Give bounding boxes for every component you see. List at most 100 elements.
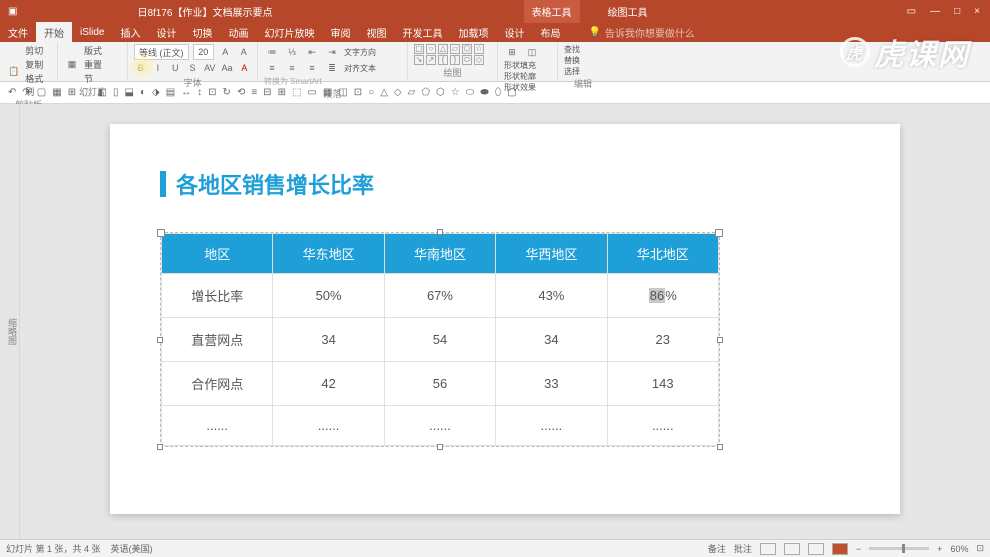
fit-to-window-button[interactable]: ⊡ [976, 543, 984, 554]
layout-button[interactable]: 版式 [84, 44, 102, 57]
ribbon-toggle-icon[interactable]: ▭ [907, 6, 916, 17]
table-cell[interactable]: 34 [496, 318, 607, 362]
table-cell[interactable]: 23 [607, 318, 718, 362]
tab-islide[interactable]: iSlide [72, 24, 112, 41]
section-button[interactable]: 节 [84, 72, 102, 85]
minimize-icon[interactable]: — [930, 6, 940, 17]
bullets-button[interactable]: ≔ [264, 44, 280, 60]
qat-button-17[interactable]: ≡ [251, 87, 257, 98]
table-header[interactable]: 华东地区 [273, 234, 384, 274]
decrease-font-icon[interactable]: A [237, 44, 251, 60]
indent-inc-button[interactable]: ⇥ [324, 44, 340, 60]
text-direction-button[interactable]: 文字方向 [344, 47, 376, 58]
table-cell-highlighted[interactable]: 86% [607, 274, 718, 318]
table-cell[interactable]: 143 [607, 362, 718, 406]
tab-review[interactable]: 审阅 [322, 22, 358, 43]
qat-button-31[interactable]: ☆ [451, 87, 460, 98]
zoom-level[interactable]: 60% [950, 544, 968, 554]
table-cell[interactable]: 67% [384, 274, 495, 318]
tab-view[interactable]: 视图 [358, 22, 394, 43]
resize-handle[interactable] [157, 444, 163, 450]
notes-button[interactable]: 备注 [708, 542, 726, 555]
data-table[interactable]: 地区 华东地区 华南地区 华西地区 华北地区 增长比率 50% 67% 43% … [161, 233, 719, 446]
font-name-box[interactable]: 等线 (正文) [134, 44, 189, 60]
table-header[interactable]: 华南地区 [384, 234, 495, 274]
cut-button[interactable]: 剪切 [25, 44, 51, 57]
select-button[interactable]: 选择 [564, 66, 602, 77]
resize-handle[interactable] [437, 229, 443, 235]
table-cell[interactable]: 33 [496, 362, 607, 406]
qat-button-32[interactable]: ⬭ [466, 87, 475, 98]
table-cell[interactable]: ...... [162, 406, 273, 446]
tab-table-layout[interactable]: 布局 [532, 22, 568, 43]
table-cell[interactable]: 42 [273, 362, 384, 406]
tab-design[interactable]: 设计 [148, 22, 184, 43]
slide-counter[interactable]: 幻灯片 第 1 张，共 4 张 [6, 542, 101, 555]
tell-me-search[interactable]: 💡 告诉我你想要做什么 [588, 25, 694, 40]
table-cell[interactable]: 50% [273, 274, 384, 318]
context-tab-drawing[interactable]: 绘图工具 [600, 0, 656, 23]
bold-button[interactable]: B [134, 60, 147, 76]
qat-button-8[interactable]: ⬓ [125, 87, 134, 98]
shape-fill-button[interactable]: 形状填充 [504, 60, 551, 71]
table-cell[interactable]: 直营网点 [162, 318, 273, 362]
tab-transitions[interactable]: 切换 [184, 22, 220, 43]
table-cell[interactable]: ...... [496, 406, 607, 446]
replace-button[interactable]: 替换 [564, 55, 602, 66]
align-center-button[interactable]: ≡ [284, 60, 300, 76]
justify-button[interactable]: ≣ [324, 60, 340, 76]
table-header[interactable]: 华西地区 [496, 234, 607, 274]
table-cell[interactable]: ...... [607, 406, 718, 446]
shapes-gallery[interactable]: ▢○△▱⬠☆ ↘↗{}⬭◇ [414, 44, 491, 65]
thumbnail-panel-collapsed[interactable]: 缩略图 [0, 104, 20, 539]
char-spacing-button[interactable]: AV [203, 60, 216, 76]
new-slide-button[interactable]: ▦ [64, 57, 80, 73]
indent-dec-button[interactable]: ⇤ [304, 44, 320, 60]
resize-handle[interactable] [717, 337, 723, 343]
change-case-button[interactable]: Aa [220, 60, 233, 76]
table-header[interactable]: 地区 [162, 234, 273, 274]
font-size-box[interactable]: 20 [193, 44, 214, 60]
tab-insert[interactable]: 插入 [112, 22, 148, 43]
context-tab-table[interactable]: 表格工具 [524, 0, 580, 23]
paste-button[interactable]: 📋 [6, 63, 21, 79]
arrange-button[interactable]: ⊞ [504, 44, 520, 60]
qat-button-33[interactable]: ⬬ [480, 87, 489, 98]
table-cell[interactable]: 增长比率 [162, 274, 273, 318]
zoom-out-button[interactable]: − [856, 544, 861, 554]
zoom-slider[interactable] [869, 547, 929, 550]
table-cell[interactable]: ...... [384, 406, 495, 446]
tab-developer[interactable]: 开发工具 [394, 22, 450, 43]
find-button[interactable]: 查找 [564, 44, 602, 55]
qat-button-29[interactable]: ⬠ [421, 87, 430, 98]
zoom-in-button[interactable]: + [937, 544, 942, 554]
align-right-button[interactable]: ≡ [304, 60, 320, 76]
language-indicator[interactable]: 英语(美国) [111, 542, 153, 555]
italic-button[interactable]: I [151, 60, 164, 76]
numbering-button[interactable]: ⅓ [284, 44, 300, 60]
copy-button[interactable]: 复制 [25, 58, 51, 71]
zoom-thumb[interactable] [902, 544, 905, 553]
font-color-button[interactable]: A [238, 60, 251, 76]
comments-button[interactable]: 批注 [734, 542, 752, 555]
normal-view-icon[interactable] [760, 543, 776, 555]
align-left-button[interactable]: ≡ [264, 60, 280, 76]
qat-button-28[interactable]: ▱ [408, 87, 416, 98]
table-cell[interactable]: 54 [384, 318, 495, 362]
strike-button[interactable]: S [186, 60, 199, 76]
increase-font-icon[interactable]: A [218, 44, 232, 60]
align-text-button[interactable]: 对齐文本 [344, 63, 376, 74]
tab-table-design[interactable]: 设计 [496, 22, 532, 43]
table-selection-frame[interactable]: 地区 华东地区 华南地区 华西地区 华北地区 增长比率 50% 67% 43% … [160, 232, 720, 447]
reading-view-icon[interactable] [808, 543, 824, 555]
qat-button-34[interactable]: ⬯ [495, 87, 501, 98]
quick-styles-button[interactable]: ◫ [524, 44, 540, 60]
tab-addins[interactable]: 加载项 [450, 22, 496, 43]
table-cell[interactable]: 43% [496, 274, 607, 318]
table-cell[interactable]: ...... [273, 406, 384, 446]
restore-icon[interactable]: □ [954, 6, 960, 17]
reset-button[interactable]: 重置 [84, 58, 102, 71]
format-painter-button[interactable]: 格式刷 [25, 72, 51, 98]
resize-handle[interactable] [437, 444, 443, 450]
tab-animations[interactable]: 动画 [220, 22, 256, 43]
